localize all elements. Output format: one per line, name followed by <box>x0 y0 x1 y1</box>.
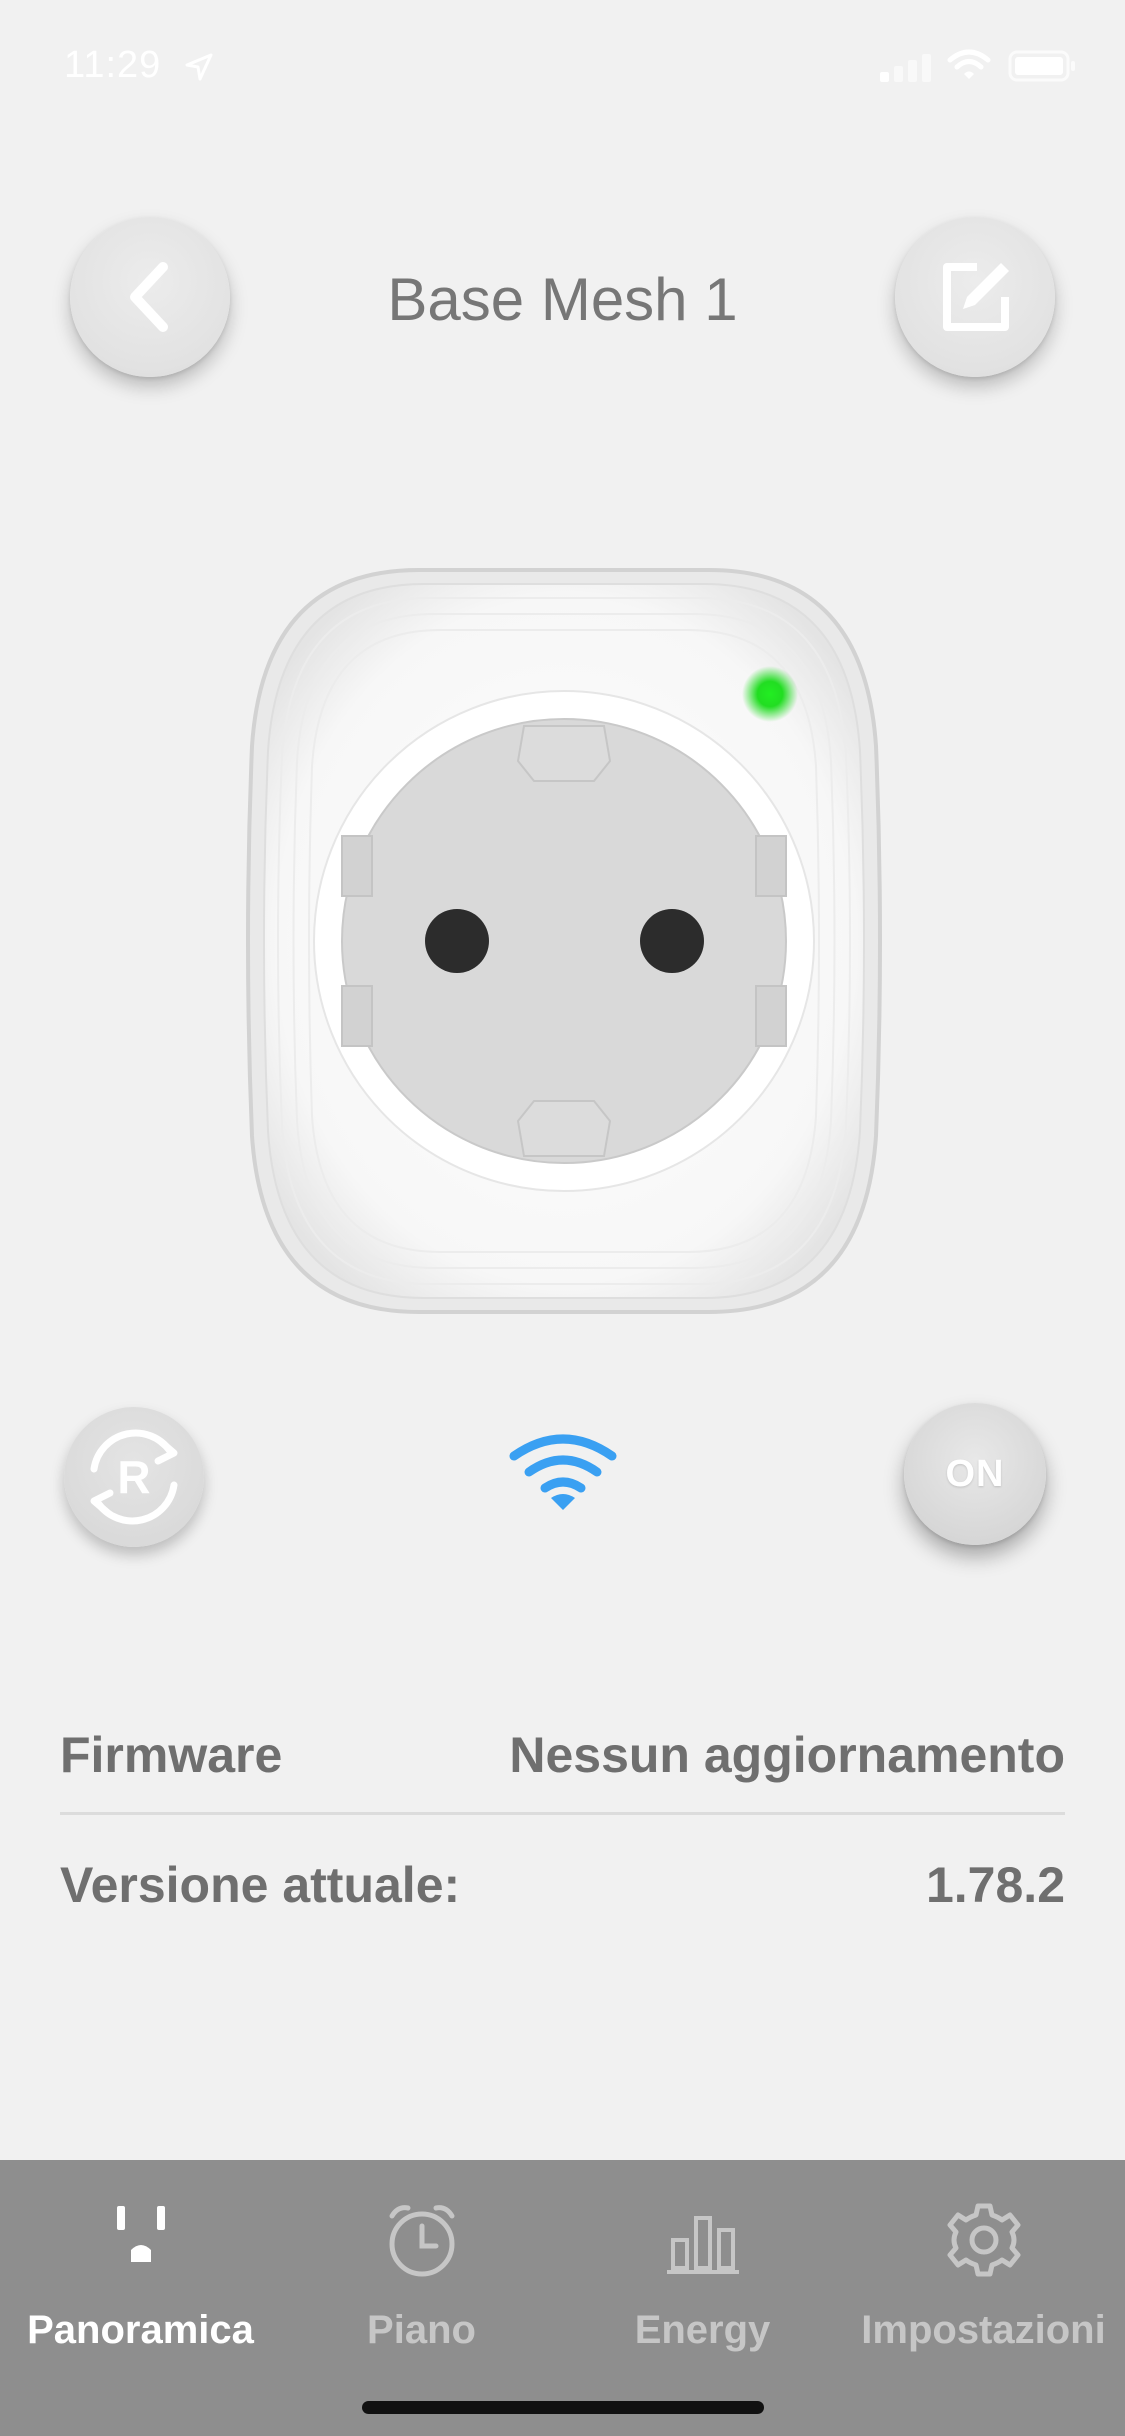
tab-bar: Panoramica Piano Energy Impostazioni <box>0 2160 1125 2436</box>
outlet-icon <box>116 2206 165 2262</box>
firmware-row: Firmware Nessun aggiornamento <box>60 1720 1065 1790</box>
status-led <box>742 666 798 722</box>
tab-piano[interactable]: Piano <box>281 2160 562 2380</box>
firmware-label: Firmware <box>60 1727 283 1783</box>
alarm-clock-icon <box>389 2205 454 2277</box>
tab-label: Impostazioni <box>861 2308 1106 2352</box>
smart-plug-image <box>246 568 882 1314</box>
version-value: 1.78.2 <box>925 1857 1065 1913</box>
home-indicator <box>362 2401 764 2414</box>
cellular-signal-icon <box>880 54 931 82</box>
tab-label: Energy <box>634 2308 771 2352</box>
tab-label: Piano <box>367 2308 476 2352</box>
wifi-status-icon <box>947 49 991 79</box>
divider <box>60 1812 1065 1815</box>
power-toggle-button[interactable]: ON <box>904 1403 1046 1545</box>
edit-button[interactable] <box>895 217 1055 377</box>
tab-label: Panoramica <box>27 2308 254 2352</box>
status-bar: 11:29 <box>0 0 1125 140</box>
gear-icon <box>947 2203 1020 2277</box>
tab-impostazioni[interactable]: Impostazioni <box>843 2160 1124 2380</box>
reset-icon: R <box>90 1429 178 1525</box>
tab-energy[interactable]: Energy <box>562 2160 843 2380</box>
firmware-value: Nessun aggiornamento <box>509 1727 1065 1783</box>
version-label: Versione attuale: <box>60 1857 461 1913</box>
wifi-icon <box>509 1434 617 1510</box>
battery-icon <box>1008 50 1075 82</box>
tab-panoramica[interactable]: Panoramica <box>0 2160 281 2380</box>
status-time: 11:29 <box>64 44 162 86</box>
reset-button[interactable]: R <box>64 1407 204 1547</box>
location-arrow-icon <box>185 53 213 81</box>
reset-letter: R <box>117 1451 150 1503</box>
edit-icon <box>943 263 1009 331</box>
version-row: Versione attuale: 1.78.2 <box>60 1850 1065 1920</box>
bar-chart-icon <box>666 2216 739 2274</box>
